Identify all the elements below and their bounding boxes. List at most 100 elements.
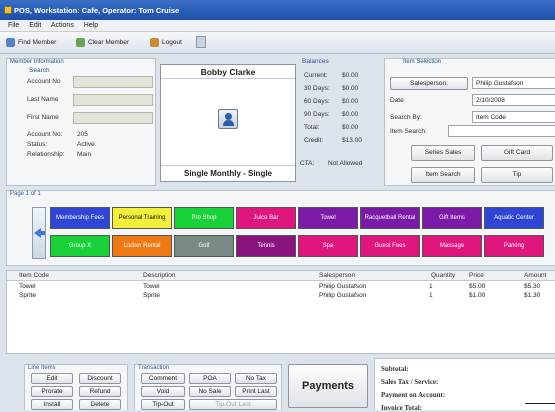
void-button[interactable]: Void bbox=[141, 386, 185, 397]
first-name-input[interactable] bbox=[73, 112, 153, 124]
tile-golf[interactable]: Golf bbox=[174, 235, 234, 257]
search-section-title: Search bbox=[29, 67, 50, 74]
tile-guest-fees[interactable]: Guest Fees bbox=[360, 235, 420, 257]
transaction-title: Transaction bbox=[138, 365, 170, 371]
account-no-label: Account No bbox=[27, 78, 61, 85]
date-input[interactable]: 2/10/2008 bbox=[472, 94, 555, 106]
balance-total-label: Total: bbox=[304, 124, 320, 131]
date-label: Date bbox=[390, 97, 404, 104]
person-icon-body bbox=[223, 120, 234, 126]
sales-tax-label: Sales Tax / Service: bbox=[381, 378, 439, 386]
total-underline bbox=[525, 403, 555, 404]
col-salesperson[interactable]: Salesperson bbox=[319, 272, 355, 279]
tile-personal-training[interactable]: Personal Training bbox=[112, 207, 172, 229]
find-member-icon bbox=[6, 38, 15, 47]
install-button[interactable]: Install bbox=[31, 399, 73, 410]
detail-status-value: Active bbox=[77, 141, 95, 148]
tile-spa[interactable]: Spa bbox=[298, 235, 358, 257]
poa-button[interactable]: POA bbox=[189, 373, 231, 384]
clear-member-icon bbox=[76, 38, 85, 47]
menu-bar: File Edit Actions Help bbox=[0, 20, 555, 32]
item-search-label: Item Search: bbox=[390, 128, 427, 135]
tile-parking[interactable]: Parking bbox=[484, 235, 544, 257]
tip-out-button[interactable]: Tip-Out bbox=[141, 399, 185, 410]
payments-button[interactable]: Payments bbox=[288, 364, 368, 408]
tile-gift-items[interactable]: Gift Items bbox=[422, 207, 482, 229]
cell-description: Towel bbox=[143, 283, 160, 290]
items-table-header: Item Code Description Salesperson Quanti… bbox=[7, 271, 555, 281]
account-no-input[interactable] bbox=[73, 76, 153, 88]
line-items-panel: Line Items Edit Discount Prorate Refund … bbox=[24, 364, 128, 410]
cell-item-code: Sprite bbox=[19, 292, 36, 299]
arrow-left-icon-stem bbox=[40, 231, 45, 235]
no-tax-button[interactable]: No Tax bbox=[235, 373, 277, 384]
balance-credit-value: $13.00 bbox=[342, 137, 362, 144]
tile-towel[interactable]: Towel bbox=[298, 207, 358, 229]
gift-card-button[interactable]: Gift Card bbox=[481, 145, 553, 161]
tile-racquetball-rental[interactable]: Racquetball Rental bbox=[360, 207, 420, 229]
menu-edit[interactable]: Edit bbox=[29, 22, 41, 29]
col-quantity[interactable]: Quantity bbox=[431, 272, 455, 279]
cell-salesperson: Philip Gustafson bbox=[319, 292, 367, 299]
salesperson-select[interactable]: Philip Gustafson bbox=[472, 77, 555, 89]
item-selection-title: Item Selection bbox=[403, 59, 442, 65]
find-member-button[interactable]: Find Member bbox=[6, 37, 56, 49]
tip-button[interactable]: Tip bbox=[481, 167, 553, 183]
table-row[interactable]: Sprite Sprite Philip Gustafson 1 $1.00 $… bbox=[7, 291, 555, 300]
member-name: Bobby Clarke bbox=[161, 65, 295, 79]
tile-aquatic-center[interactable]: Aquatic Center bbox=[484, 207, 544, 229]
tile-pro-shop[interactable]: Pro Shop bbox=[174, 207, 234, 229]
no-sale-button[interactable]: No Sale bbox=[189, 386, 231, 397]
balance-total-value: $0.00 bbox=[342, 124, 359, 131]
prorate-button[interactable]: Prorate bbox=[31, 386, 73, 397]
cta-value: Not Allowed bbox=[328, 160, 363, 167]
item-search-button[interactable]: Item Search bbox=[411, 167, 475, 183]
col-amount[interactable]: Amount bbox=[524, 272, 546, 279]
discount-button[interactable]: Discount bbox=[79, 373, 121, 384]
tile-tennis[interactable]: Tennis bbox=[236, 235, 296, 257]
menu-file[interactable]: File bbox=[8, 22, 19, 29]
salesperson-button[interactable]: Salesperson: bbox=[390, 77, 468, 90]
balance-30-value: $0.00 bbox=[342, 85, 359, 92]
col-price[interactable]: Price bbox=[469, 272, 484, 279]
refund-button[interactable]: Refund bbox=[79, 386, 121, 397]
balance-60-label: 60 Days: bbox=[304, 98, 330, 105]
subtotal-label: Subtotal: bbox=[381, 365, 409, 373]
col-item-code[interactable]: Item Code bbox=[19, 272, 49, 279]
cell-salesperson: Philip Gustafson bbox=[319, 283, 367, 290]
search-by-select[interactable]: Item Code bbox=[472, 111, 555, 123]
item-tiles-panel: Page 1 of 1 Membership Fees Personal Trai… bbox=[6, 190, 555, 266]
detail-status-label: Status: bbox=[27, 141, 48, 148]
tile-group-x[interactable]: Group X bbox=[50, 235, 110, 257]
tile-locker-rental[interactable]: Locker Rental bbox=[112, 235, 172, 257]
delete-button[interactable]: Delete bbox=[79, 399, 121, 410]
print-last-button[interactable]: Print Last bbox=[235, 386, 277, 397]
balances-panel: Balances Current: $0.00 30 Days: $0.00 6… bbox=[300, 58, 380, 186]
tile-membership-fees[interactable]: Membership Fees bbox=[50, 207, 110, 229]
menu-actions[interactable]: Actions bbox=[51, 22, 74, 29]
toolbar-extra-icon[interactable] bbox=[196, 36, 206, 48]
balance-60-value: $0.00 bbox=[342, 98, 359, 105]
menu-help[interactable]: Help bbox=[84, 22, 98, 29]
clear-member-button[interactable]: Clear Member bbox=[76, 37, 129, 49]
comment-button[interactable]: Comment bbox=[141, 373, 185, 384]
invoice-total-label: Invoice Total: bbox=[381, 404, 423, 412]
item-search-input[interactable] bbox=[448, 125, 555, 137]
tile-massage[interactable]: Massage bbox=[422, 235, 482, 257]
member-photo-button[interactable] bbox=[218, 109, 238, 129]
tile-juice-bar[interactable]: Juice Bar bbox=[236, 207, 296, 229]
col-description[interactable]: Description bbox=[143, 272, 176, 279]
previous-page-button[interactable] bbox=[32, 207, 46, 259]
items-table: Item Code Description Salesperson Quanti… bbox=[6, 270, 555, 354]
edit-button[interactable]: Edit bbox=[31, 373, 73, 384]
balance-credit-label: Credit: bbox=[304, 137, 324, 144]
table-row[interactable]: Towel Towel Philip Gustafson 1 $5.00 $5.… bbox=[7, 282, 555, 291]
last-name-input[interactable] bbox=[73, 94, 153, 106]
balances-title: Balances bbox=[302, 58, 329, 65]
tip-out-last-button[interactable]: Tip-Out Last bbox=[189, 399, 277, 410]
cell-price: $1.00 bbox=[469, 292, 486, 299]
logout-button[interactable]: Logout bbox=[150, 37, 182, 49]
balance-90-value: $0.00 bbox=[342, 111, 359, 118]
series-sales-button[interactable]: Series Sales bbox=[411, 145, 475, 161]
balance-current-label: Current: bbox=[304, 72, 328, 79]
